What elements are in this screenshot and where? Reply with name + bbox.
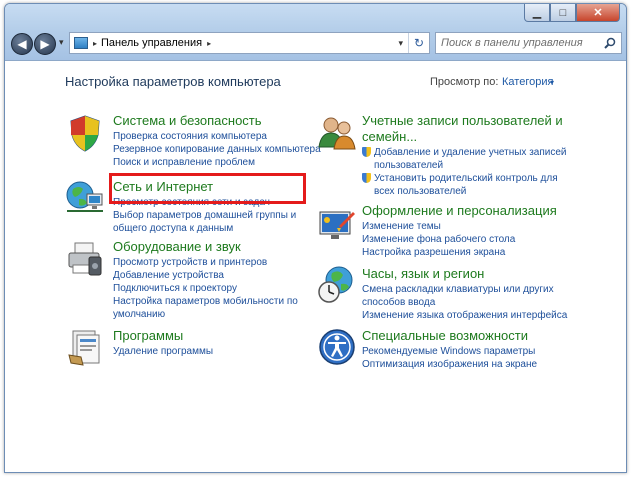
link-add-remove-accounts[interactable]: Добавление и удаление учетных записей bbox=[362, 146, 567, 159]
maximize-button[interactable]: □ bbox=[550, 4, 576, 22]
title-bar: ▁ □ ✕ ◀ ▶ ▾ ▸ Панель управления ▸ ▾ ↻ bbox=[5, 4, 626, 61]
users-icon[interactable] bbox=[317, 113, 357, 153]
control-panel-icon bbox=[74, 37, 88, 49]
link-mobility-cont[interactable]: умолчанию bbox=[113, 308, 298, 321]
category-clock-language-region: Часы, язык и регион Смена раскладки клав… bbox=[362, 266, 567, 322]
red-highlight-box bbox=[109, 173, 306, 204]
category-title[interactable]: Система и безопасность bbox=[113, 113, 321, 129]
link-uninstall[interactable]: Удаление программы bbox=[113, 345, 213, 358]
category-title[interactable]: Программы bbox=[113, 328, 213, 344]
link-devices-printers[interactable]: Просмотр устройств и принтеров bbox=[113, 256, 298, 269]
back-button[interactable]: ◀ bbox=[11, 33, 33, 55]
uac-shield-icon bbox=[362, 147, 371, 157]
category-appearance: Оформление и персонализация Изменение те… bbox=[362, 203, 557, 259]
content-area: Настройка параметров компьютера Просмотр… bbox=[5, 61, 626, 472]
category-title[interactable]: Часы, язык и регион bbox=[362, 266, 567, 282]
recent-pages-dropdown[interactable]: ▾ bbox=[59, 37, 64, 48]
link-parental-control-cont[interactable]: всех пользователей bbox=[362, 185, 567, 198]
clock-globe-icon[interactable] bbox=[317, 265, 357, 305]
refresh-icon[interactable]: ↻ bbox=[408, 33, 429, 53]
link-projector[interactable]: Подключиться к проектору bbox=[113, 282, 298, 295]
link-change-background[interactable]: Изменение фона рабочего стола bbox=[362, 233, 557, 246]
accessibility-icon[interactable] bbox=[317, 327, 357, 367]
appearance-icon[interactable] bbox=[317, 206, 357, 246]
link-keyboard-layouts-cont[interactable]: способов ввода bbox=[362, 296, 567, 309]
link-add-remove-accounts-cont[interactable]: пользователей bbox=[362, 159, 567, 172]
category-system-security: Система и безопасность Проверка состояни… bbox=[113, 113, 321, 169]
search-box[interactable] bbox=[435, 32, 622, 54]
search-icon[interactable] bbox=[604, 37, 616, 49]
close-button[interactable]: ✕ bbox=[576, 4, 620, 22]
link-mobility[interactable]: Настройка параметров мобильности по bbox=[113, 295, 298, 308]
minimize-button[interactable]: ▁ bbox=[524, 4, 550, 22]
category-title[interactable]: Учетные записи пользователей и bbox=[362, 113, 567, 129]
link-recommended-settings[interactable]: Рекомендуемые Windows параметры bbox=[362, 345, 537, 358]
link-check-status[interactable]: Проверка состояния компьютера bbox=[113, 130, 321, 143]
search-input[interactable] bbox=[441, 37, 601, 49]
forward-button[interactable]: ▶ bbox=[34, 33, 56, 55]
address-bar[interactable]: ▸ Панель управления ▸ ▾ ↻ bbox=[69, 32, 430, 54]
uac-shield-icon bbox=[362, 173, 371, 183]
link-resolution[interactable]: Настройка разрешения экрана bbox=[362, 246, 557, 259]
link-text[interactable]: Установить родительский контроль для bbox=[374, 172, 558, 185]
breadcrumb-separator[interactable]: ▸ bbox=[207, 39, 211, 48]
link-homegroup-cont[interactable]: общего доступа к данным bbox=[113, 222, 296, 235]
breadcrumb-separator[interactable]: ▸ bbox=[93, 39, 97, 48]
view-by-label: Просмотр по: bbox=[430, 76, 499, 88]
link-keyboard-layouts[interactable]: Смена раскладки клавиатуры или других bbox=[362, 283, 567, 296]
view-by-dropdown[interactable]: Категория bbox=[502, 76, 553, 88]
chevron-down-icon[interactable]: ▾ bbox=[550, 78, 554, 87]
printer-icon[interactable] bbox=[65, 239, 105, 279]
category-user-accounts: Учетные записи пользователей и семейн...… bbox=[362, 113, 567, 198]
link-backup[interactable]: Резервное копирование данных компьютера bbox=[113, 143, 321, 156]
category-title[interactable]: Специальные возможности bbox=[362, 328, 537, 344]
category-hardware-sound: Оборудование и звук Просмотр устройств и… bbox=[113, 239, 298, 321]
category-ease-of-access: Специальные возможности Рекомендуемые Wi… bbox=[362, 328, 537, 371]
category-title[interactable]: Оформление и персонализация bbox=[362, 203, 557, 219]
page-title: Настройка параметров компьютера bbox=[65, 74, 281, 89]
programs-icon[interactable] bbox=[65, 327, 105, 367]
breadcrumb-control-panel[interactable]: Панель управления bbox=[101, 37, 202, 49]
link-homegroup[interactable]: Выбор параметров домашней группы и bbox=[113, 209, 296, 222]
address-dropdown-icon[interactable]: ▾ bbox=[393, 38, 408, 49]
category-title[interactable]: семейн... bbox=[362, 129, 567, 145]
link-add-device[interactable]: Добавление устройства bbox=[113, 269, 298, 282]
link-parental-control[interactable]: Установить родительский контроль для bbox=[362, 172, 567, 185]
link-troubleshoot[interactable]: Поиск и исправление проблем bbox=[113, 156, 321, 169]
link-change-theme[interactable]: Изменение темы bbox=[362, 220, 557, 233]
category-programs: Программы Удаление программы bbox=[113, 328, 213, 358]
link-optimize-display[interactable]: Оптимизация изображения на экране bbox=[362, 358, 537, 371]
control-panel-window: ▁ □ ✕ ◀ ▶ ▾ ▸ Панель управления ▸ ▾ ↻ На… bbox=[4, 3, 627, 473]
caption-buttons: ▁ □ ✕ bbox=[524, 4, 620, 22]
link-display-language[interactable]: Изменение языка отображения интерфейса bbox=[362, 309, 567, 322]
network-globe-icon[interactable] bbox=[65, 177, 105, 217]
link-text[interactable]: Добавление и удаление учетных записей bbox=[374, 146, 567, 159]
shield-icon[interactable] bbox=[65, 113, 105, 153]
category-title[interactable]: Оборудование и звук bbox=[113, 239, 298, 255]
